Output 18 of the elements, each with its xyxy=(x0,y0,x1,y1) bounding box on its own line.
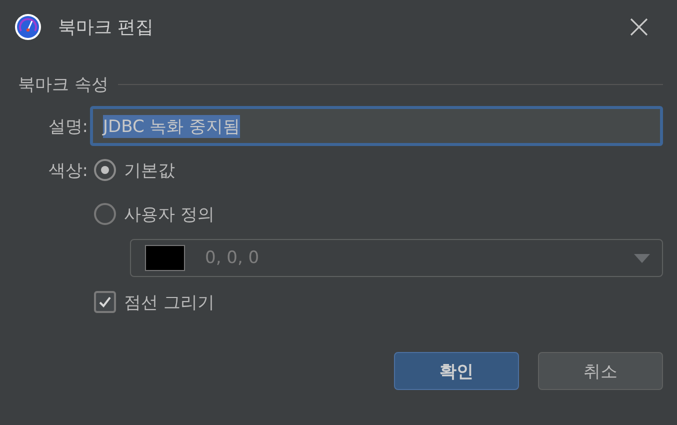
field-label: 설명: xyxy=(47,116,89,138)
radio-button[interactable] xyxy=(94,203,116,225)
cancel-button[interactable]: 취소 xyxy=(538,352,663,390)
radio-label[interactable]: 사용자 정의 xyxy=(124,202,214,226)
caret-icon xyxy=(634,254,650,262)
description-field[interactable]: JDBC 녹화 중지됨 xyxy=(90,106,663,146)
ok-button[interactable]: 확인 xyxy=(394,352,519,390)
window-title: 북마크 편집 xyxy=(58,16,155,39)
close-icon xyxy=(629,17,649,37)
field-label: 색상: xyxy=(47,160,89,182)
close-button[interactable] xyxy=(629,17,649,37)
checkmark-icon xyxy=(97,294,113,310)
section-title: 북마크 속성 xyxy=(18,74,108,96)
radio-label[interactable]: 기본값 xyxy=(124,158,175,182)
checkbox-label[interactable]: 점선 그리기 xyxy=(124,290,214,314)
checkbox[interactable] xyxy=(94,291,116,313)
gauge-icon xyxy=(14,13,42,41)
radio-button[interactable] xyxy=(94,159,116,181)
